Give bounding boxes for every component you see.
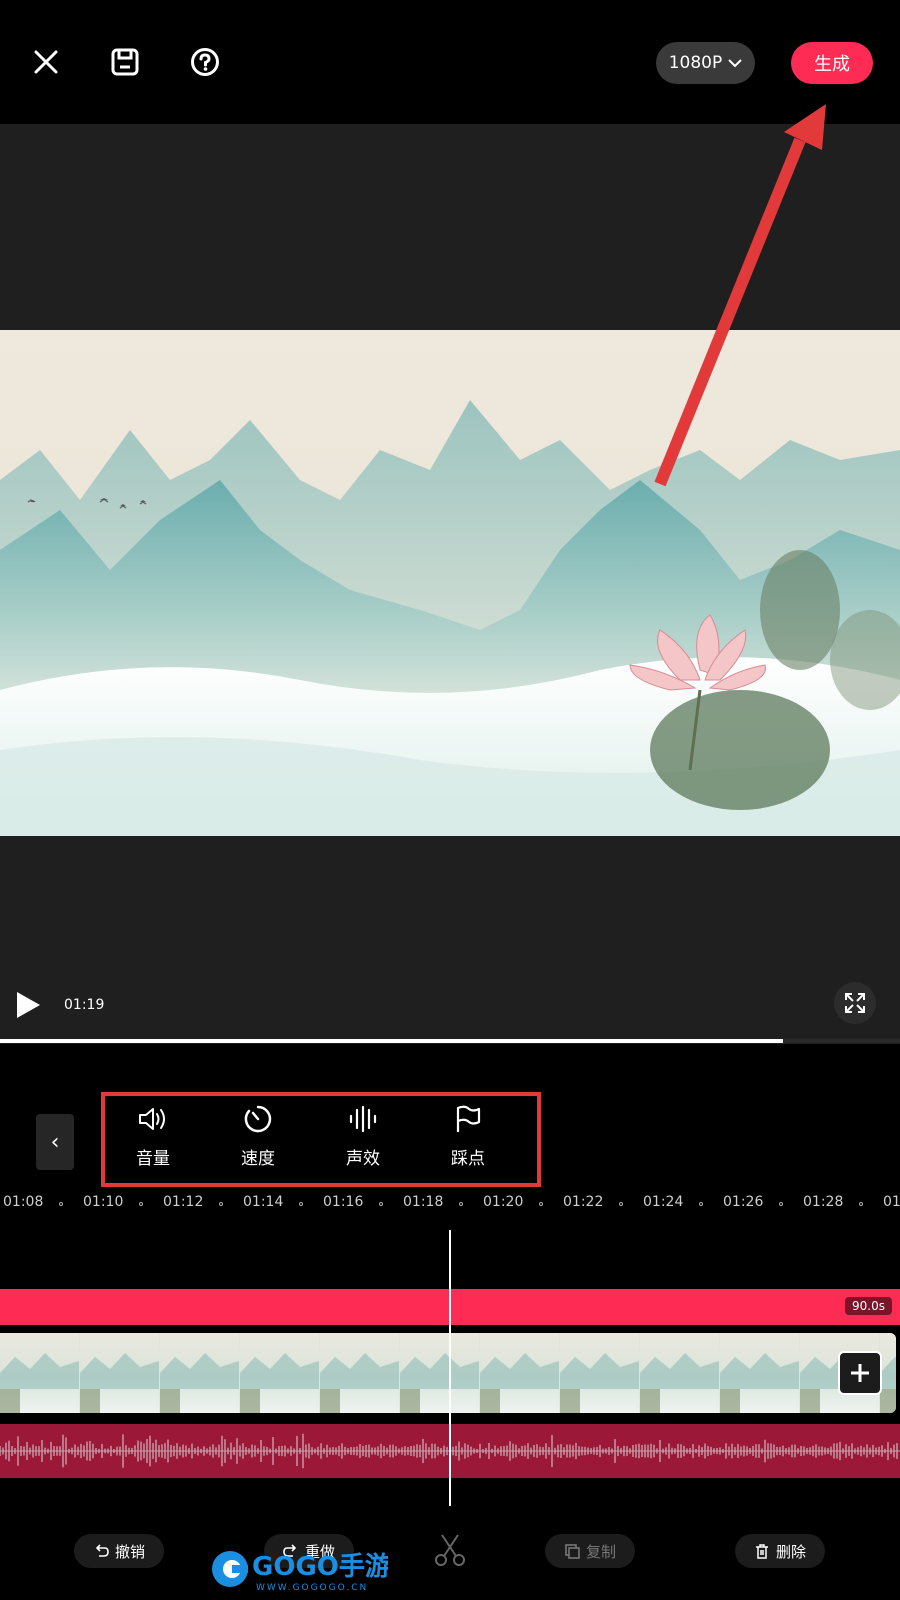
playback-progress-bar[interactable] [0,1039,900,1043]
gogo-watermark-logo: GOGO手游网 WWW.GOGOGO.CN [208,1545,417,1593]
ruler-tick-label: 01:20 [483,1194,524,1210]
tool-speed-label: 速度 [241,1149,275,1169]
tool-volume[interactable]: 音量 [113,1102,193,1182]
ruler-tick-label: 01:22 [563,1194,604,1210]
thumbnail-lotus [640,1389,660,1413]
ruler-tick-label: 01:28 [803,1194,844,1210]
video-preview [0,104,900,1044]
ruler-tick-label: 01:18 [403,1194,444,1210]
ruler-tick-label: 01 [883,1194,900,1210]
ruler-tick-label: 01:24 [643,1194,684,1210]
thumbnail-lotus [800,1389,820,1413]
timeline-ruler[interactable]: 01:08 01:10 01:12 01:14 01:16 01:18 01:20 01:22… [0,1190,900,1214]
playhead[interactable] [449,1230,451,1506]
ruler-tick-dot [59,1202,63,1206]
thumbnail-lotus [560,1389,580,1413]
tool-volume-label: 音量 [136,1149,170,1169]
thumbnail-lotus [880,1389,896,1413]
thumbnail-lotus [80,1389,100,1413]
ruler-tick-dot [539,1202,543,1206]
ruler-tick-label: 01:14 [243,1194,284,1210]
split-button[interactable] [432,1532,468,1568]
ruler-tick-label: 01:12 [163,1194,204,1210]
ruler-tick-label: 01:26 [723,1194,764,1210]
sound-effect-icon [349,1105,377,1133]
undo-label: 撤销 [114,1542,145,1561]
copy-button[interactable]: 复制 [545,1534,635,1568]
thumbnail-lotus [400,1389,420,1413]
expand-icon [845,993,865,1013]
annotation-arrow [654,104,826,487]
copy-icon [565,1544,580,1559]
watermark-brand: GOGO手游网 [252,1552,388,1582]
ruler-tick-dot [779,1202,783,1206]
ruler-tick-dot [379,1202,383,1206]
ruler-tick-label: 01:08 [3,1194,44,1210]
thumbnail-lotus [720,1389,740,1413]
ruler-tick-dot [859,1202,863,1206]
current-time: 01:19 [64,997,105,1013]
tool-speed[interactable]: 速度 [218,1102,298,1182]
thumbnail-lotus [320,1389,340,1413]
clip-duration-badge: 90.0s [845,1297,892,1315]
ruler-tick-dot [299,1202,303,1206]
delete-label: 删除 [775,1542,806,1561]
speed-icon [244,1105,272,1133]
play-button[interactable] [14,990,44,1024]
bottom-action-bar: 撤销 重做 复制 删除 [0,1510,900,1600]
thumbnail-lotus [0,1389,20,1413]
ruler-tick-dot [459,1202,463,1206]
thumbnail-lotus [480,1389,500,1413]
undo-button[interactable]: 撤销 [74,1534,164,1568]
back-button[interactable]: ‹ [36,1114,74,1170]
trash-icon [755,1544,768,1559]
tool-sound-effect[interactable]: 声效 [323,1102,403,1182]
play-icon [17,992,40,1018]
add-clip-button[interactable] [838,1351,882,1395]
thumbnail-lotus [240,1389,260,1413]
audio-tool-panel: ‹ 音量 速度 声效 踩点 [0,1044,900,1190]
undo-icon [95,1544,109,1557]
beat-flag-icon [456,1105,481,1132]
thumbnail-lotus [160,1389,180,1413]
scissors-icon [435,1534,465,1566]
tool-beat[interactable]: 踩点 [428,1102,508,1182]
fullscreen-button[interactable] [834,982,876,1024]
ruler-tick-dot [219,1202,223,1206]
ruler-tick-label: 01:16 [323,1194,364,1210]
playback-controls: 01:19 [0,982,900,1034]
video-thumbnail-track[interactable] [0,1333,896,1413]
ruler-tick-dot [699,1202,703,1206]
volume-icon [139,1108,165,1130]
chevron-left-icon: ‹ [50,1129,60,1155]
ruler-tick-dot [139,1202,143,1206]
video-thumbnails [0,1333,896,1413]
copy-label: 复制 [585,1542,616,1561]
ruler-tick-dot [619,1202,623,1206]
playback-progress-fill [0,1039,783,1043]
watermark-url: WWW.GOGOGO.CN [256,1583,368,1593]
delete-button[interactable]: 删除 [735,1534,825,1568]
tool-sound-effect-label: 声效 [346,1149,380,1169]
plus-icon [851,1364,869,1382]
ruler-tick-label: 01:10 [83,1194,124,1210]
tool-beat-label: 踩点 [451,1149,485,1169]
